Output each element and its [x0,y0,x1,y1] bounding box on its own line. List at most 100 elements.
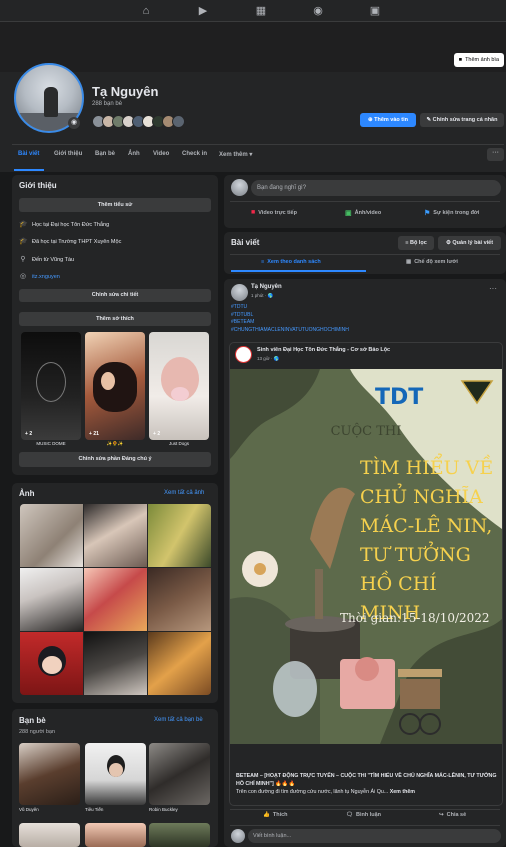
featured-collection[interactable]: + 2 [21,332,81,440]
chevron-down-icon: ▾ [249,152,253,158]
friend-count: 288 bạn bè [92,101,123,107]
post-composer-input[interactable]: Bạn đang nghĩ gì? [251,180,501,196]
see-all-friends-link[interactable]: Xem tất cả bạn bè [154,717,203,723]
home-icon[interactable]: ⌂ [139,4,153,18]
gaming-icon[interactable]: ▣ [368,4,382,18]
tab-videos[interactable]: Video [153,151,169,157]
edit-featured-button[interactable]: Chỉnh sửa phần Đáng chú ý [19,452,211,467]
list-icon: ≡ [261,259,265,265]
live-video-icon: ■ [251,209,256,216]
photo-thumbnail[interactable] [20,568,83,631]
photo-thumbnail[interactable] [84,504,147,567]
more-options-button[interactable]: ··· [487,148,504,161]
marketplace-icon[interactable]: ▦ [254,4,268,18]
friend-photo[interactable] [149,743,210,805]
featured-collection[interactable]: + 2 [149,332,209,440]
like-icon: 👍 [263,812,270,818]
photo-thumbnail[interactable] [84,568,147,631]
photo-thumbnail[interactable] [84,632,147,695]
comment-input[interactable]: Viết bình luận... [248,829,501,843]
friend-photo[interactable] [85,743,146,805]
tab-checkins[interactable]: Check in [182,151,207,157]
divider [230,201,500,202]
grid-icon: ▦ [406,259,412,265]
photo-thumbnail[interactable] [148,632,211,695]
intro-title: Giới thiệu [19,181,57,190]
manage-posts-button[interactable]: ⚙ Quản lý bài viết [438,236,501,250]
profile-name: Tạ Nguyên [92,84,159,99]
add-story-button[interactable]: ⊕ Thêm vào tin [360,113,416,127]
add-cover-button[interactable]: ■ Thêm ảnh bìa [453,53,504,67]
featured-caption: Just Dogs [168,441,189,446]
share-button[interactable]: ↪ Chia sẻ [439,812,466,818]
photo-thumbnail[interactable] [148,504,211,567]
friend-photo[interactable] [19,743,80,805]
tab-posts[interactable]: Bài viết [18,151,39,157]
divider [230,825,500,826]
gear-icon: ⚙ [445,240,451,246]
friend-name[interactable]: Robin Buckley [149,807,178,812]
filter-button[interactable]: ≡ Bộ lọc [398,236,434,250]
add-hobbies-button[interactable]: Thêm sở thích [19,312,211,326]
shared-time: 13 giờ · 🌎 [257,356,280,361]
shared-author[interactable]: Sinh viên Đại Học Tôn Đức Thắng - Cơ sở … [257,347,390,353]
avatar[interactable] [231,829,245,843]
poster-title: TÌM HIỂU VỀ CHỦ NGHĨA MÁC-LÊ NIN, TƯ TƯỞ… [360,457,494,624]
featured-collection[interactable]: + 21 [85,332,145,440]
active-view-indicator [231,270,366,272]
poster-heading: CUỘC THI [330,424,402,439]
friend-photo[interactable] [85,823,146,847]
add-bio-button[interactable]: Thêm tiểu sử [19,198,211,212]
friends-count: 288 người bạn [19,729,56,735]
life-event-button[interactable]: ⚑ Sự kiện trong đời [424,209,479,217]
photos-title: Ảnh [19,489,35,498]
edit-details-button[interactable]: Chỉnh sửa chi tiết [19,289,211,302]
shared-caption: BETEAM – [HOẠT ĐỘNG TRỰC TUYẾN – CUỘC TH… [236,773,497,787]
graduation-cap-icon: 🎓 [19,221,28,228]
like-button[interactable]: 👍 Thích [263,812,288,818]
info-instagram: ◎ itz.xnguyen [19,273,60,280]
comment-button[interactable]: 🗨 Bình luận [346,812,381,818]
see-all-photos-link[interactable]: Xem tất cả ảnh [164,490,204,496]
photo-icon: ▣ [345,210,352,217]
list-view-tab[interactable]: ≡ Xem theo danh sách [261,259,321,265]
friend-avatar[interactable] [172,115,185,128]
featured-caption: MUSIC DOME [36,441,66,446]
photo-thumbnail[interactable] [148,568,211,631]
video-icon[interactable]: ▶ [196,4,210,18]
photo-video-button[interactable]: ▣ Ảnh/video [345,209,381,217]
friend-photo[interactable] [19,823,80,847]
see-more-link[interactable]: Xem thêm [390,789,415,795]
photo-thumbnail[interactable] [20,504,83,567]
post-hashtags: #TDTU #TDTUBL #BETEAM #CHUNGTHIAMACLENIN… [231,304,349,333]
location-pin-icon: ⚲ [20,256,26,263]
tab-more[interactable]: Xem thêm ▾ [219,151,252,158]
tab-photos[interactable]: Ảnh [128,151,140,157]
post-options-icon[interactable]: ··· [489,284,497,293]
friend-name[interactable]: Vũ Duyên [19,807,39,812]
info-hometown: ⚲ Đến từ Vũng Tàu [20,256,75,263]
page-logo[interactable] [235,346,252,363]
camera-icon: ■ [458,57,463,63]
camera-icon[interactable]: ◉ [68,117,80,129]
grid-view-tab[interactable]: ▦ Chế độ xem lưới [406,259,458,265]
contest-poster[interactable]: TDT CUỘC THI TÌM HIỂU VỀ CHỦ NGHĨA MÁC-L… [230,369,502,744]
edit-profile-button[interactable]: ✎ Chỉnh sửa trang cá nhân [420,113,504,127]
divider [12,144,504,145]
friend-photo[interactable] [149,823,210,847]
photo-thumbnail[interactable] [20,632,83,695]
post-time[interactable]: 1 phút · 🌎 [251,293,273,299]
shared-caption-more: Trên con đường đi tìm đường cứu nước, lã… [236,789,416,795]
featured-caption: ✨🌻✨ [106,441,124,446]
avatar[interactable] [231,284,248,301]
active-tab-indicator [14,169,44,171]
friend-name[interactable]: Tiêu Tiến [85,807,103,812]
tab-about[interactable]: Giới thiệu [54,151,82,157]
avatar[interactable] [231,179,248,196]
tab-friends[interactable]: Bạn bè [95,151,115,157]
divider [230,809,500,810]
groups-icon[interactable]: ◉ [311,4,325,18]
post-author[interactable]: Tạ Nguyên [251,284,282,290]
filter-icon: ≡ [405,240,409,246]
live-video-button[interactable]: ■ Video trực tiếp [251,209,297,216]
